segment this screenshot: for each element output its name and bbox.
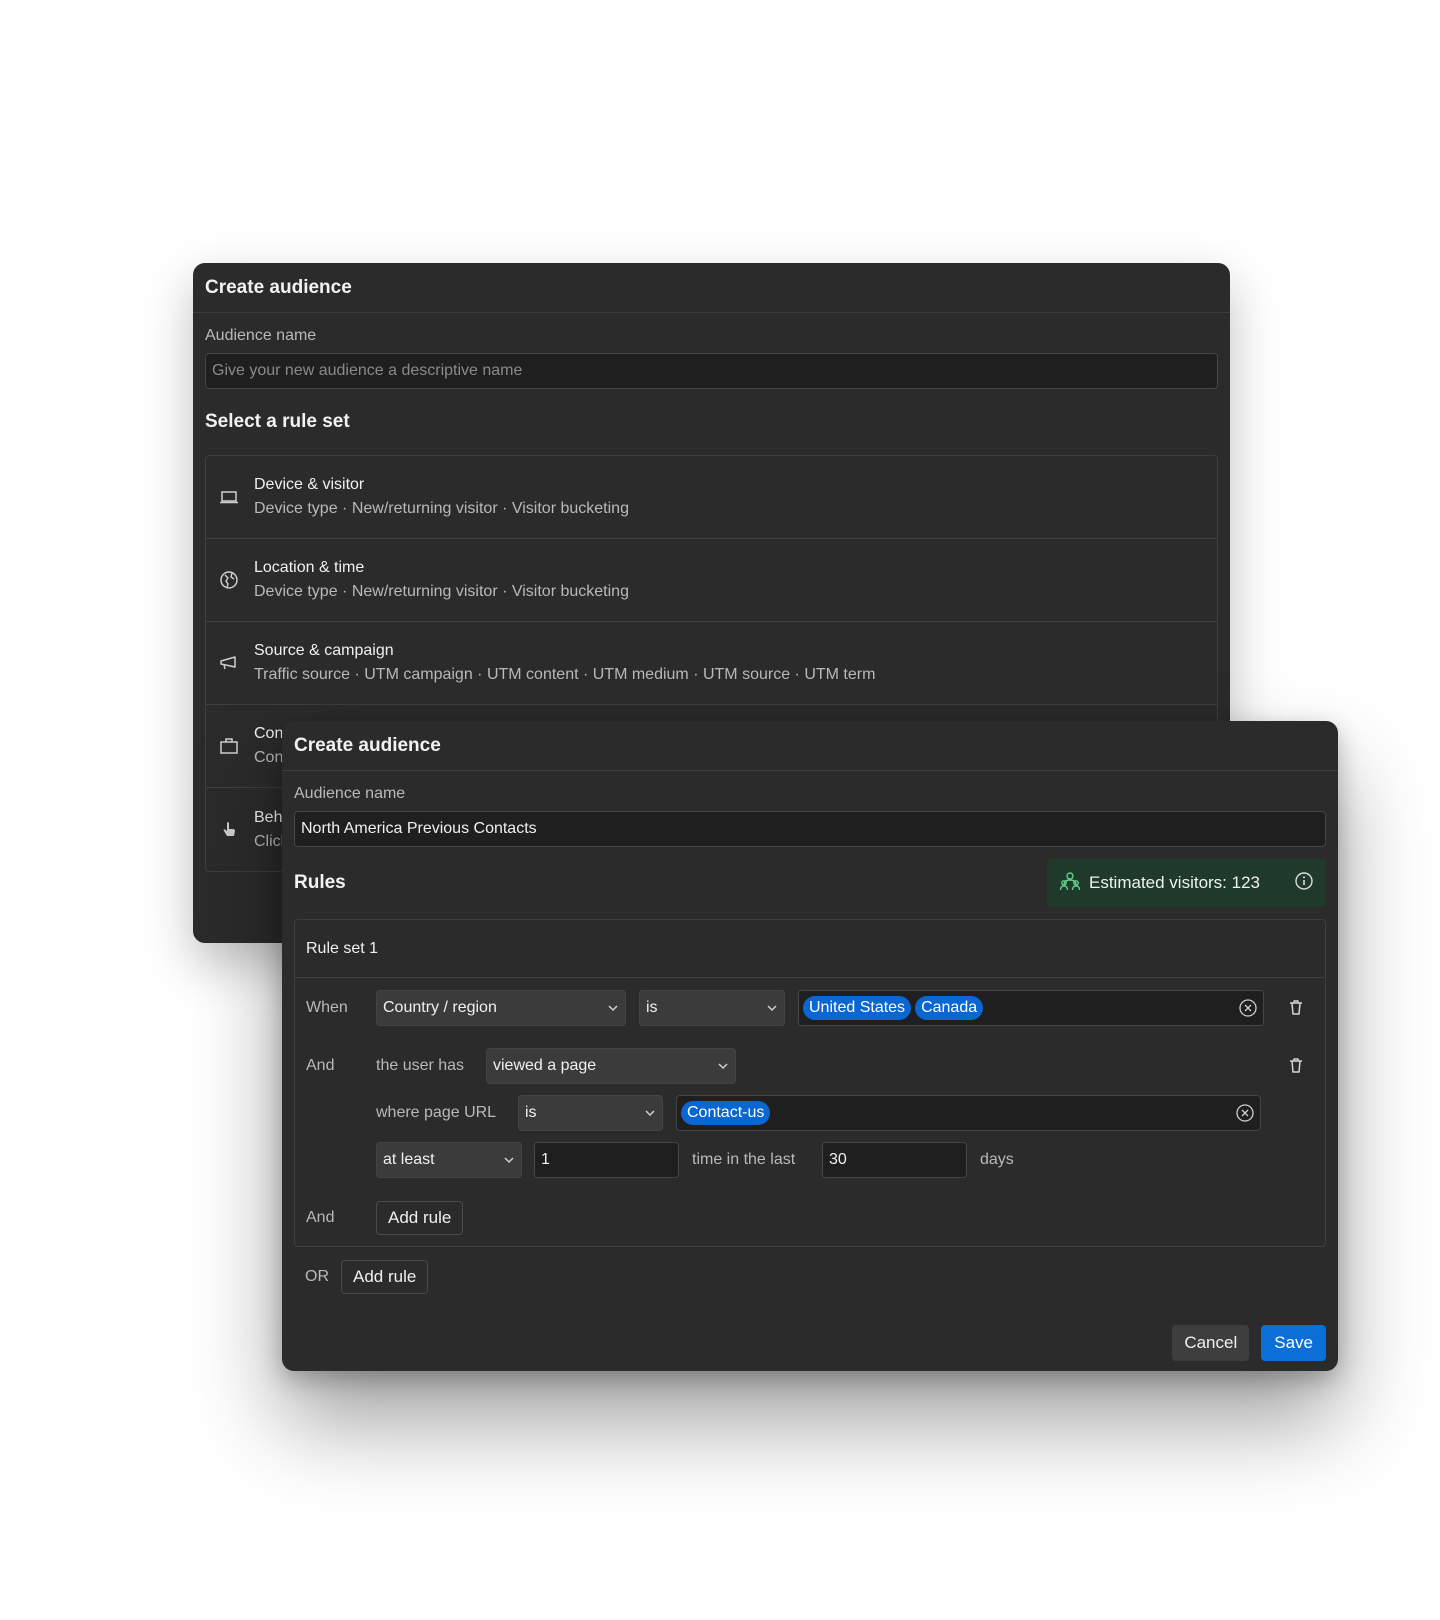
rule-row-country: When Country / region is United States C… [306, 990, 1314, 1026]
url-operator-select[interactable]: is [518, 1095, 663, 1131]
or-label: OR [305, 1268, 329, 1285]
rule-set-desc: Device type · New/returning visitor · Vi… [254, 500, 629, 517]
rule-set-desc: Clicl [254, 832, 285, 850]
briefcase-icon [218, 735, 240, 757]
create-audience-dialog: Create audience Audience name North Amer… [282, 721, 1338, 1371]
country-values-input[interactable]: United States Canada [798, 990, 1264, 1026]
and-label: And [306, 1209, 335, 1226]
trash-icon[interactable] [1285, 996, 1307, 1018]
days-value: 30 [829, 1151, 847, 1168]
action-select-value: viewed a page [493, 1057, 597, 1074]
pointer-hand-icon [218, 819, 240, 841]
clear-icon[interactable] [1234, 1102, 1256, 1124]
rule-set-desc: Con [254, 749, 284, 766]
audience-name-label: Audience name [294, 785, 406, 802]
info-icon[interactable] [1294, 871, 1314, 896]
url-operator-value: is [525, 1104, 537, 1121]
trash-icon[interactable] [1285, 1054, 1307, 1076]
rule-set-name: Location & time [254, 559, 365, 576]
dialog-header: Create audience [282, 721, 1338, 771]
operator-select-value: is [646, 999, 658, 1016]
chevron-down-icon [717, 1060, 729, 1072]
globe-icon [218, 569, 240, 591]
audience-name-value: North America Previous Contacts [301, 820, 537, 837]
rule-set-name: Con [254, 725, 284, 742]
field-select[interactable]: Country / region [376, 990, 626, 1026]
rule-row-page-view: And the user has viewed a page [306, 1048, 1314, 1084]
rules-title: Rules [294, 872, 346, 893]
chevron-down-icon [766, 1002, 778, 1014]
days-input[interactable]: 30 [822, 1142, 967, 1178]
rule-row-page-url: where page URL is Contact-us [306, 1095, 1314, 1131]
audience-name-placeholder: Give your new audience a descriptive nam… [212, 362, 523, 379]
page-url-label: where page URL [376, 1104, 497, 1121]
rule-row-frequency: at least 1 time in the last 30 days [306, 1142, 1314, 1178]
save-button[interactable]: Save [1261, 1325, 1326, 1361]
days-label: days [980, 1151, 1014, 1168]
cancel-button[interactable]: Cancel [1172, 1325, 1250, 1361]
dialog-header: Create audience [193, 263, 1230, 313]
dialog-title: Create audience [205, 276, 352, 298]
rule-set-name: Device & visitor [254, 476, 365, 493]
rule-set-desc: Traffic source · UTM campaign · UTM cont… [254, 666, 876, 683]
rule-set-location-time[interactable]: Location & time Device type · New/return… [206, 539, 1217, 622]
dialog-footer: Cancel Save [1172, 1325, 1326, 1361]
tag-canada[interactable]: Canada [915, 996, 984, 1020]
users-icon [1059, 870, 1081, 897]
chevron-down-icon [607, 1002, 619, 1014]
add-rule-button[interactable]: Add rule [376, 1201, 464, 1235]
operator-select[interactable]: is [639, 990, 785, 1026]
rule-set-name: Source & campaign [254, 642, 394, 659]
or-row: OR Add rule [282, 1259, 1338, 1295]
select-rule-set-title: Select a rule set [205, 411, 350, 432]
audience-name-input[interactable]: Give your new audience a descriptive nam… [205, 353, 1218, 389]
when-label: When [306, 999, 348, 1016]
count-value: 1 [541, 1151, 550, 1168]
url-values-input[interactable]: Contact-us [676, 1095, 1261, 1131]
and-label: And [306, 1057, 335, 1074]
rule-set-source-campaign[interactable]: Source & campaign Traffic source · UTM c… [206, 622, 1217, 705]
user-has-label: the user has [376, 1057, 465, 1074]
rule-set-title: Rule set 1 [295, 920, 1325, 978]
audience-name-label: Audience name [205, 327, 317, 344]
chevron-down-icon [503, 1154, 515, 1166]
frequency-select-value: at least [383, 1151, 435, 1168]
tag-contact-us[interactable]: Contact-us [681, 1101, 771, 1125]
dialog-title: Create audience [294, 734, 441, 756]
clear-icon[interactable] [1237, 997, 1259, 1019]
or-add-rule-button[interactable]: Add rule [341, 1260, 429, 1294]
estimated-visitors-text: Estimated visitors: 123 [1088, 873, 1260, 892]
rule-set-box: Rule set 1 When Country / region is Unit… [294, 919, 1326, 1247]
tag-united-states[interactable]: United States [803, 996, 912, 1020]
estimated-visitors-badge: Estimated visitors: 123 [1046, 859, 1326, 907]
rule-set-body: When Country / region is United States C… [295, 978, 1325, 1246]
field-select-value: Country / region [383, 999, 497, 1016]
action-select[interactable]: viewed a page [486, 1048, 736, 1084]
rule-row-add: And Add rule [306, 1200, 1314, 1236]
rules-header: Rules Estimated visitors: 123 [282, 859, 1338, 907]
frequency-select[interactable]: at least [376, 1142, 522, 1178]
audience-name-input[interactable]: North America Previous Contacts [294, 811, 1326, 847]
time-in-last-label: time in the last [692, 1151, 796, 1168]
count-input[interactable]: 1 [534, 1142, 679, 1178]
rule-set-desc: Device type · New/returning visitor · Vi… [254, 583, 629, 600]
rule-set-device-visitor[interactable]: Device & visitor Device type · New/retur… [206, 456, 1217, 539]
laptop-icon [218, 486, 240, 508]
megaphone-icon [218, 652, 240, 674]
chevron-down-icon [644, 1107, 656, 1119]
rule-set-name: Beh [254, 808, 283, 826]
